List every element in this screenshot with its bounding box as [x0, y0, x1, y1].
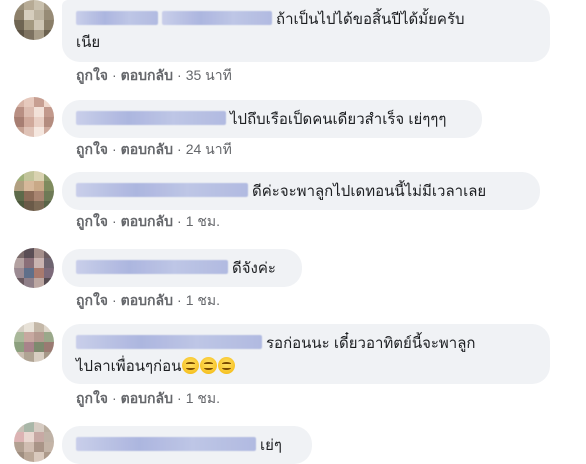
avatar[interactable] [14, 97, 54, 137]
like-link[interactable]: ถูกใจ [76, 213, 108, 229]
comment-actions: ถูกใจ · ตอบกลับ · 1 ชม. [76, 211, 220, 233]
commenter-name[interactable] [76, 335, 262, 349]
commenter-name[interactable] [76, 437, 256, 451]
separator-dot: · [112, 213, 117, 229]
commenter-name-blur [162, 11, 272, 25]
reply-link[interactable]: ตอบกลับ [121, 292, 173, 308]
separator-dot: · [112, 292, 117, 308]
comment-timestamp[interactable]: 1 ชม. [186, 213, 220, 229]
comment-text: ถ้าเป็นไปได้ขอสิ้นปีได้มั้ยครับ [276, 11, 465, 28]
reply-link[interactable]: ตอบกลับ [121, 67, 173, 83]
comment-bubble: ดีค่ะจะพาลูกไปเดทอนนี้ไม่มีเวลาเลย [62, 172, 540, 210]
separator-dot: · [112, 67, 117, 83]
comment-actions: ถูกใจ · ตอบกลับ · 35 นาที [76, 65, 232, 87]
comment-timestamp[interactable]: 1 ชม. [186, 390, 220, 406]
smiling-face-emoji-icon [182, 357, 200, 374]
comment-bubble: เย่ๆ [62, 426, 312, 464]
avatar[interactable] [14, 322, 54, 362]
like-link[interactable]: ถูกใจ [76, 390, 108, 406]
comment-bubble: รอก่อนนะ เดี๋ยวอาทิตย์นี้จะพาลูก ไปลาเพื… [62, 324, 550, 384]
comment-text: ไปถึบเรือเป็ดคนเดียวสำเร็จ เย่ๆๆๆ [230, 111, 447, 128]
reply-link[interactable]: ตอบกลับ [121, 390, 173, 406]
separator-dot: · [177, 67, 182, 83]
like-link[interactable]: ถูกใจ [76, 141, 108, 157]
smiling-face-emoji-icon [218, 357, 236, 374]
separator-dot: · [177, 213, 182, 229]
comment-actions: ถูกใจ · ตอบกลับ · 24 นาที [76, 139, 232, 161]
comment-timestamp[interactable]: 1 ชม. [186, 292, 220, 308]
comment-bubble: ถ้าเป็นไปได้ขอสิ้นปีได้มั้ยครับ เนีย [62, 0, 550, 62]
comment-text: เย่ๆ [260, 437, 282, 454]
comment-text: ดีค่ะจะพาลูกไปเดทอนนี้ไม่มีเวลาเลย [252, 183, 487, 200]
separator-dot: · [112, 390, 117, 406]
reply-link[interactable]: ตอบกลับ [121, 141, 173, 157]
comment-text-line2: ไปลาเพื่อนๆก่อน [76, 358, 182, 375]
like-link[interactable]: ถูกใจ [76, 67, 108, 83]
commenter-name[interactable] [76, 183, 248, 197]
separator-dot: · [177, 141, 182, 157]
comment-actions: ถูกใจ · ตอบกลับ · 1 ชม. [76, 388, 220, 410]
avatar[interactable] [14, 0, 54, 40]
separator-dot: · [177, 292, 182, 308]
avatar[interactable] [14, 422, 54, 462]
comment-timestamp[interactable]: 24 นาที [186, 141, 232, 157]
separator-dot: · [177, 390, 182, 406]
comment-text-line2: เนีย [76, 34, 101, 51]
separator-dot: · [112, 141, 117, 157]
reply-link[interactable]: ตอบกลับ [121, 213, 173, 229]
comment-text: ดีจังค่ะ [232, 260, 276, 277]
commenter-name[interactable] [76, 11, 158, 25]
avatar[interactable] [14, 248, 54, 288]
comment-actions: ถูกใจ · ตอบกลับ · 1 ชม. [76, 290, 220, 312]
comment-bubble: ดีจังค่ะ [62, 249, 302, 287]
smiling-face-emoji-icon [200, 357, 218, 374]
comment-timestamp[interactable]: 35 นาที [186, 67, 232, 83]
comment-bubble: ไปถึบเรือเป็ดคนเดียวสำเร็จ เย่ๆๆๆ [62, 100, 482, 138]
comment-text: รอก่อนนะ เดี๋ยวอาทิตย์นี้จะพาลูก [266, 335, 476, 352]
commenter-name[interactable] [76, 111, 226, 125]
commenter-name[interactable] [76, 260, 228, 274]
avatar[interactable] [14, 171, 54, 211]
like-link[interactable]: ถูกใจ [76, 292, 108, 308]
